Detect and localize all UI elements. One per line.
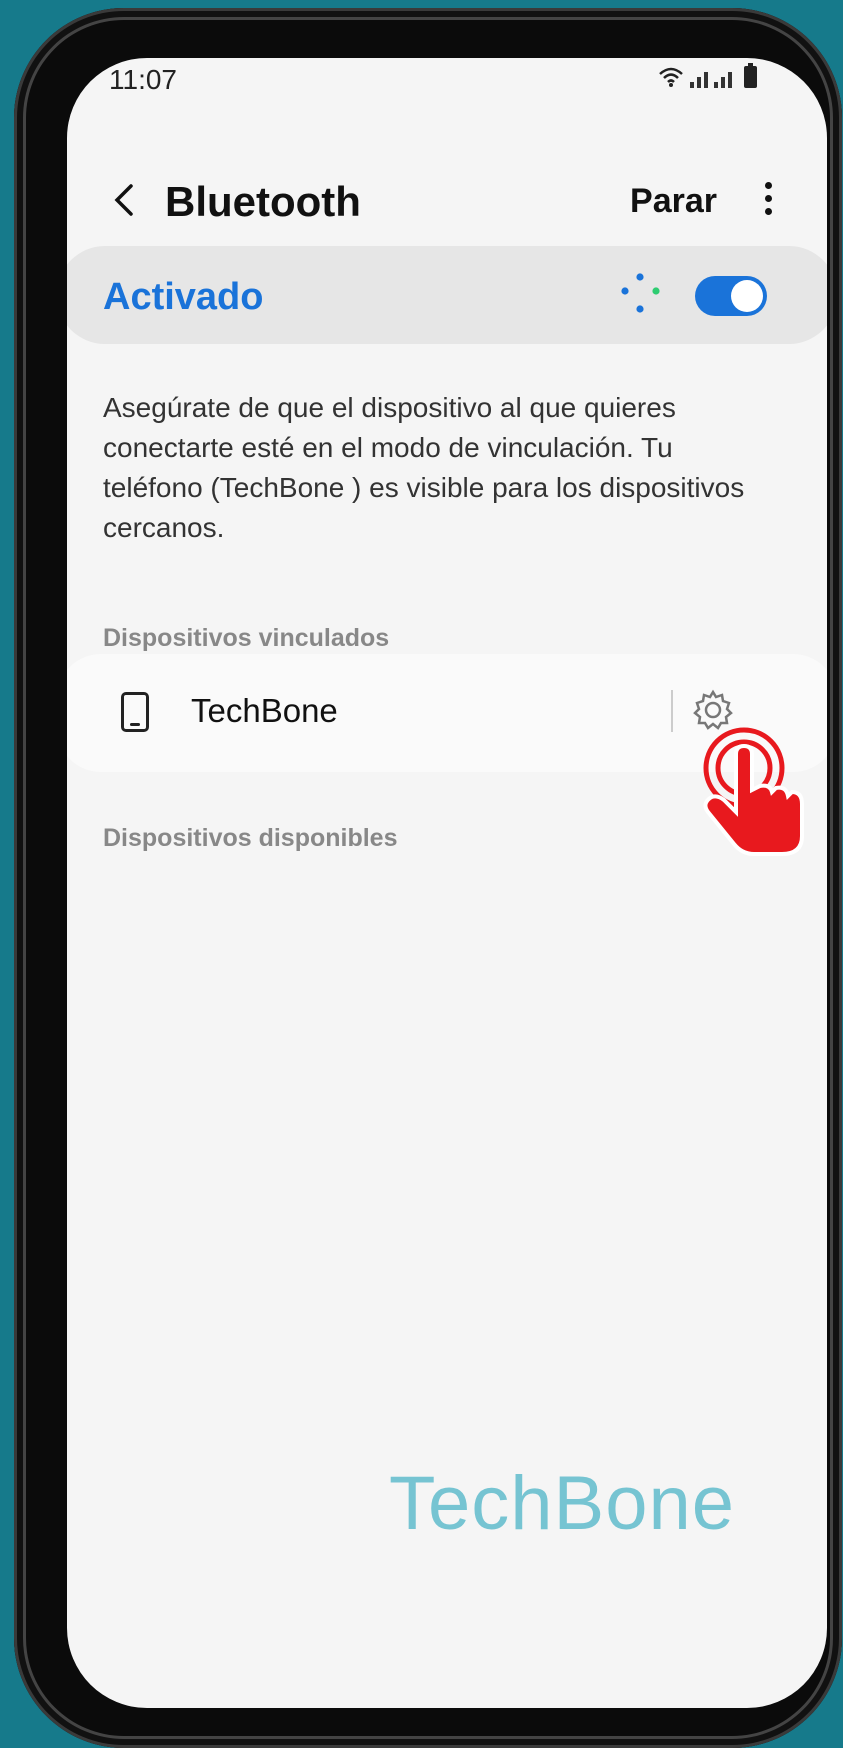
bluetooth-toggle-row[interactable]: Activado xyxy=(67,246,827,344)
scanning-icon xyxy=(621,273,660,313)
toggle-label: Activado xyxy=(103,276,264,318)
phone-frame: 11:07 Bluetooth Parar Activado Asegúrate… xyxy=(14,8,842,1748)
status-icons xyxy=(658,63,757,88)
paired-section-label: Dispositivos vinculados xyxy=(103,624,390,652)
device-name: TechBone xyxy=(191,692,338,729)
wifi-icon xyxy=(659,67,683,87)
status-time: 11:07 xyxy=(109,64,177,95)
battery-icon xyxy=(744,63,757,88)
page-title: Bluetooth xyxy=(165,178,361,225)
bluetooth-switch[interactable] xyxy=(695,276,767,316)
screen: 11:07 Bluetooth Parar Activado Asegúrate… xyxy=(67,58,827,1708)
signal-icon xyxy=(690,72,708,88)
watermark: TechBone xyxy=(389,1461,736,1546)
available-section-label: Dispositivos disponibles xyxy=(103,824,398,852)
app-header: Bluetooth Parar xyxy=(67,158,827,238)
signal-icon xyxy=(714,72,732,88)
tap-hand-icon xyxy=(703,727,804,856)
phone-icon xyxy=(121,692,149,732)
divider xyxy=(671,690,673,732)
description-text: Asegúrate de que el dispositivo al que q… xyxy=(103,392,745,543)
chevron-left-icon[interactable] xyxy=(105,180,145,220)
more-vertical-icon[interactable] xyxy=(763,182,773,218)
stop-button[interactable]: Parar xyxy=(630,182,717,221)
